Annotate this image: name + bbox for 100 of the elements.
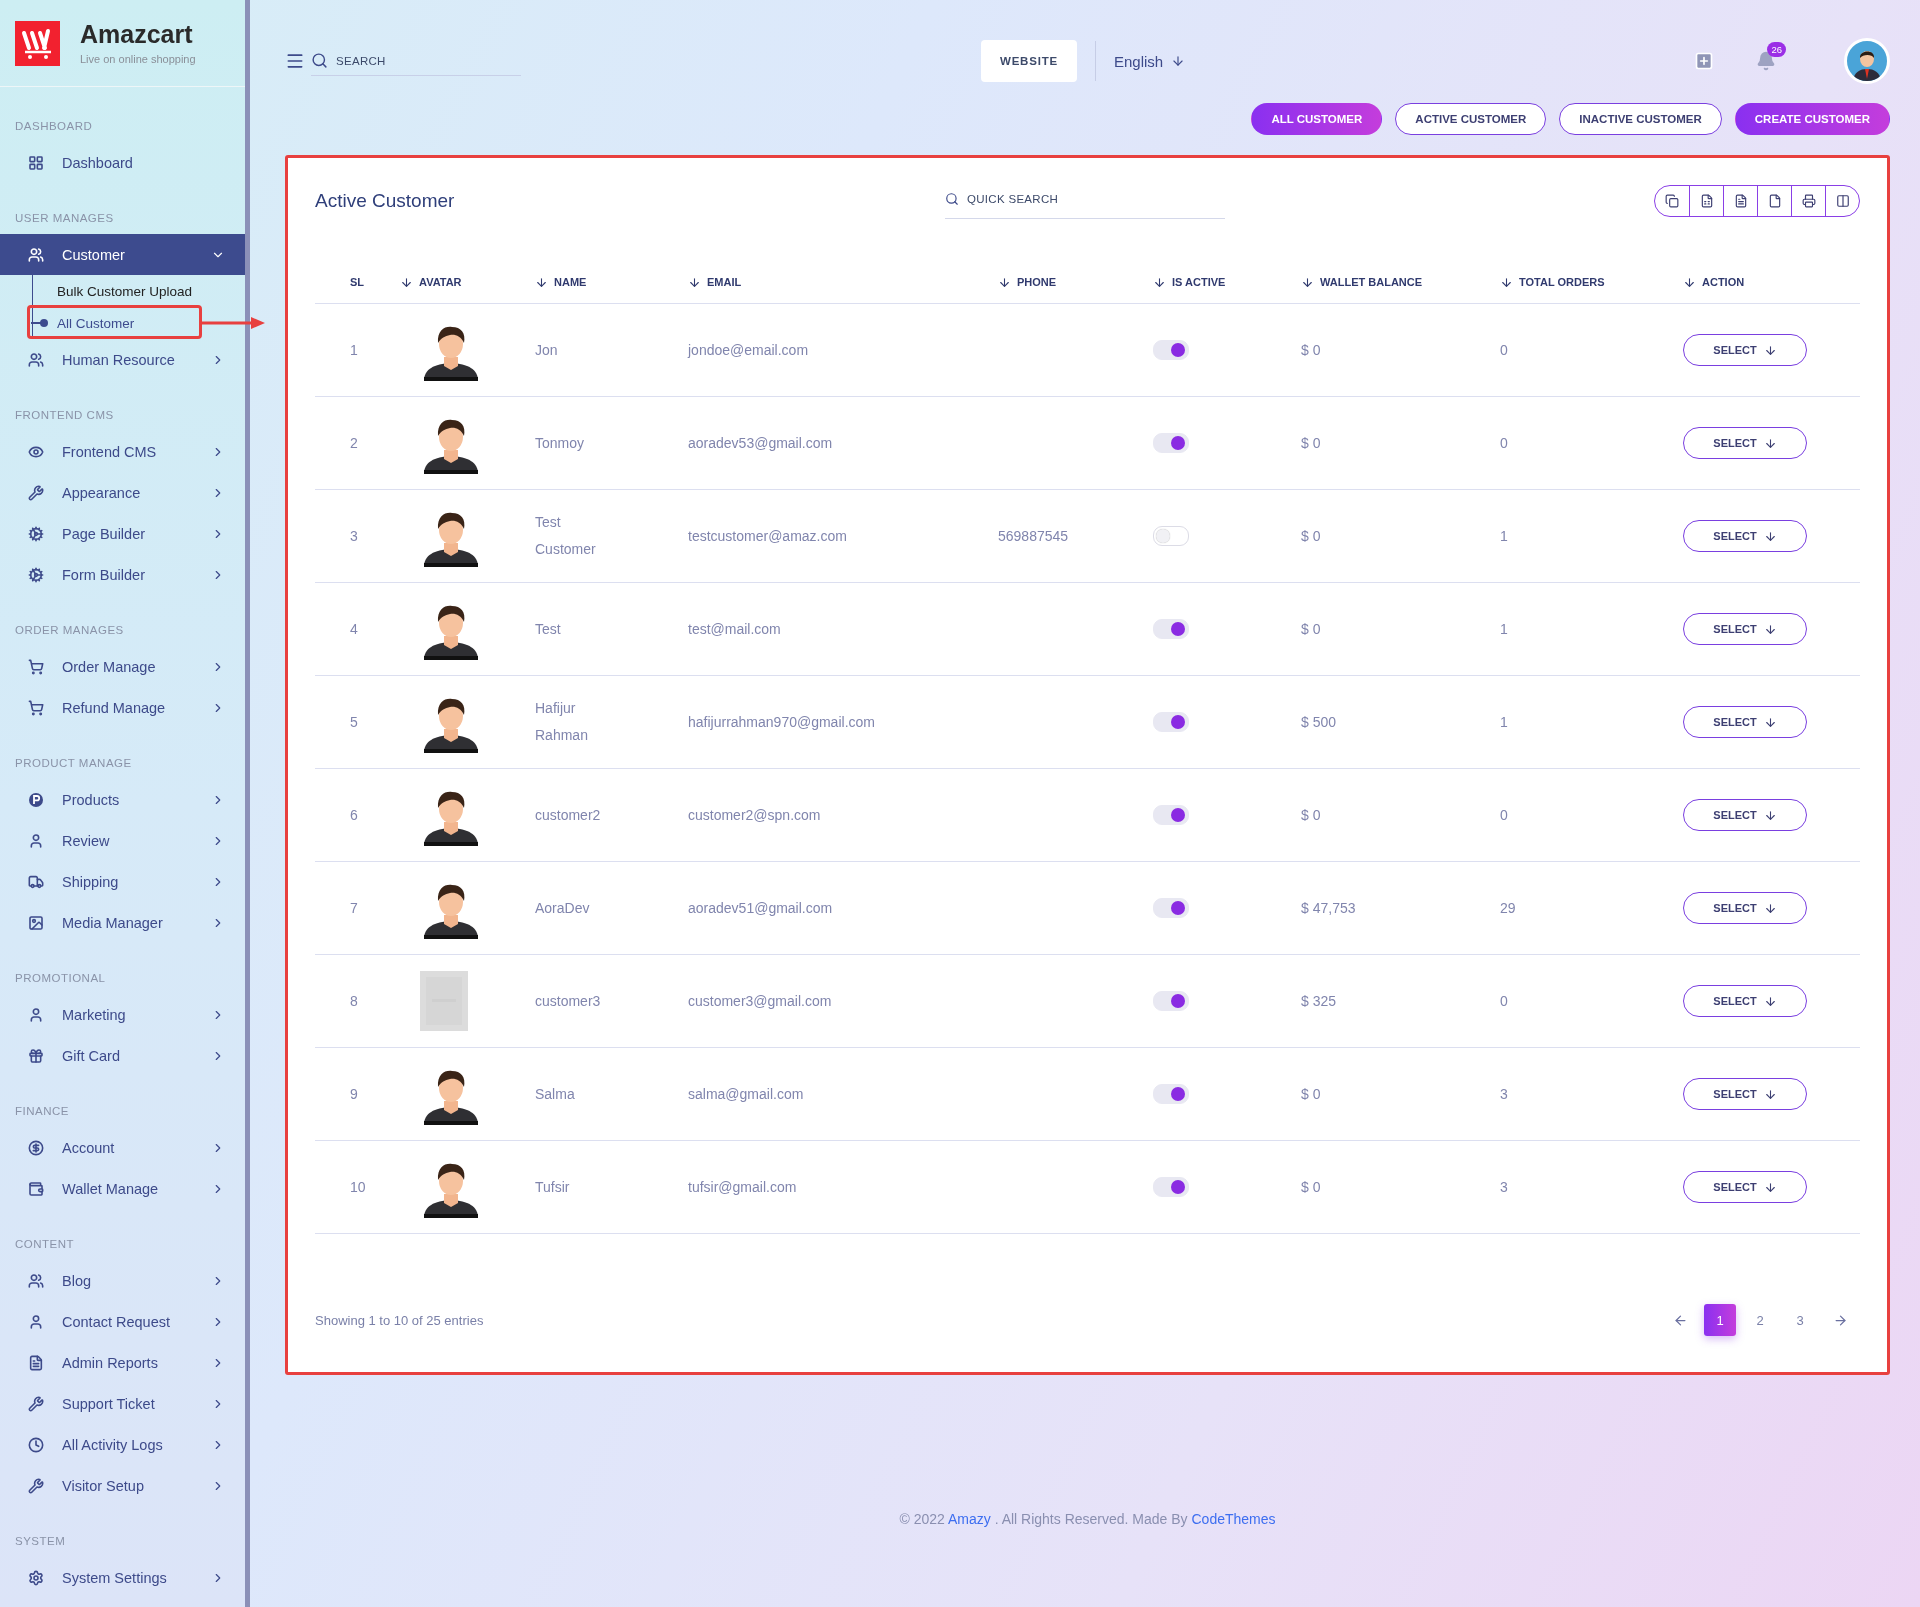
select-button[interactable]: SELECT [1683, 985, 1807, 1017]
active-toggle[interactable] [1153, 340, 1189, 360]
sidebar-item[interactable]: Frontend CMS [0, 431, 245, 472]
active-toggle[interactable] [1153, 712, 1189, 732]
sidebar-item[interactable]: Human Resource [0, 339, 245, 380]
sort-arrow-icon [1153, 275, 1166, 289]
sidebar-item[interactable]: Review [0, 820, 245, 861]
active-toggle[interactable] [1153, 433, 1189, 453]
section-heading: SYSTEM [15, 1534, 66, 1549]
select-button[interactable]: SELECT [1683, 799, 1807, 831]
table-cell: $ 500 [1301, 713, 1337, 730]
sidebar-item[interactable]: Page Builder [0, 513, 245, 554]
select-button[interactable]: SELECT [1683, 613, 1807, 645]
table-cell-text: Jon [535, 340, 559, 360]
submenu-item[interactable]: All Customer [33, 307, 135, 339]
wrench-icon [28, 484, 44, 501]
search-field[interactable]: SEARCH [311, 46, 521, 76]
sidebar-item[interactable]: Order Manage [0, 646, 245, 687]
document-icon [1733, 194, 1748, 208]
sidebar-item[interactable]: System Settings [0, 1557, 245, 1598]
page-button[interactable]: 1 [1704, 1304, 1736, 1336]
column-header[interactable]: EMAIL [688, 275, 998, 289]
section-heading: FINANCE [15, 1104, 69, 1119]
user-avatar[interactable] [1844, 38, 1890, 84]
sidebar-item[interactable]: All Activity Logs [0, 1424, 245, 1465]
select-button[interactable]: SELECT [1683, 1171, 1807, 1203]
column-header[interactable]: AVATAR [400, 275, 535, 289]
select-button[interactable]: SELECT [1683, 520, 1807, 552]
sidebar-item[interactable]: Media Manager [0, 902, 245, 943]
column-header[interactable]: TOTAL ORDERS [1500, 275, 1683, 289]
wrench-icon [28, 1477, 44, 1494]
table-cell: 0 [1500, 992, 1508, 1009]
table-cell: jondoe@email.com [688, 341, 809, 358]
table-cell-text: 6 [349, 805, 359, 825]
active-toggle[interactable] [1153, 526, 1189, 546]
table-cell-text: Hafijur Rahman [535, 699, 589, 745]
filter-tab[interactable]: ALL CUSTOMER [1251, 103, 1383, 135]
table-cell: 0 [1500, 806, 1508, 823]
filter-tab[interactable]: ACTIVE CUSTOMER [1395, 103, 1547, 135]
active-toggle[interactable] [1153, 898, 1189, 918]
sidebar-item[interactable]: Refund Manage [0, 687, 245, 728]
active-toggle[interactable] [1153, 619, 1189, 639]
menu-button[interactable] [285, 51, 305, 71]
filter-tab[interactable]: INACTIVE CUSTOMER [1559, 103, 1722, 135]
active-toggle[interactable] [1153, 1177, 1189, 1197]
notification-button[interactable] [1756, 51, 1776, 71]
sidebar-item[interactable]: Dashboard [0, 142, 245, 183]
column-header[interactable]: IS ACTIVE [1153, 275, 1301, 289]
table-cell: aoradev53@gmail.com [688, 434, 833, 451]
column-header[interactable]: WALLET BALANCE [1301, 275, 1500, 289]
column-header[interactable]: NAME [535, 275, 688, 289]
language-dropdown[interactable]: English [1114, 52, 1186, 70]
sidebar-item[interactable]: Support Ticket [0, 1383, 245, 1424]
select-button[interactable]: SELECT [1683, 334, 1807, 366]
sidebar-item[interactable]: Account [0, 1127, 245, 1168]
sidebar-item[interactable]: Blog [0, 1260, 245, 1301]
select-button[interactable]: SELECT [1683, 706, 1807, 738]
user-icon [28, 1006, 44, 1023]
create-button[interactable]: CREATE CUSTOMER [1734, 103, 1890, 135]
sidebar-item[interactable]: Form Builder [0, 554, 245, 595]
select-button[interactable]: SELECT [1683, 1078, 1807, 1110]
sidebar-item[interactable]: Marketing [0, 994, 245, 1035]
sidebar-item[interactable]: Shipping [0, 861, 245, 902]
select-button[interactable]: SELECT [1683, 427, 1807, 459]
section-heading: CONTENT [15, 1237, 75, 1252]
page-button[interactable]: 2 [1744, 1304, 1776, 1336]
footer-link[interactable]: Amazy [947, 1511, 991, 1527]
spreadsheet-icon [1699, 194, 1714, 208]
image-icon [28, 914, 44, 931]
sidebar-item[interactable]: Appearance [0, 472, 245, 513]
users-icon [28, 351, 44, 368]
footer-link[interactable]: CodeThemes [1191, 1511, 1276, 1527]
sort-arrow-icon [688, 275, 701, 289]
sidebar-item[interactable]: Wallet Manage [0, 1168, 245, 1209]
website-button[interactable]: WEBSITE [981, 40, 1077, 82]
sidebar-item[interactable]: Contact Request [0, 1301, 245, 1342]
sidebar-item[interactable]: Products [0, 779, 245, 820]
column-header[interactable]: PHONE [998, 275, 1153, 289]
sidebar-item[interactable]: Gift Card [0, 1035, 245, 1076]
column-header[interactable]: ACTION [1683, 275, 1860, 289]
select-button[interactable]: SELECT [1683, 892, 1807, 924]
notification-badge: 26 [1767, 42, 1786, 57]
quick-search-field[interactable]: QUICK SEARCH [945, 183, 1225, 219]
active-toggle[interactable] [1153, 1084, 1189, 1104]
submenu-item[interactable]: Bulk Customer Upload [33, 275, 193, 307]
table-cell: test@mail.com [688, 620, 781, 637]
sidebar-item[interactable]: Visitor Setup [0, 1465, 245, 1506]
active-toggle[interactable] [1153, 805, 1189, 825]
add-button[interactable] [1694, 51, 1714, 71]
table-cell: hafijurrahman970@gmail.com [688, 713, 875, 730]
page-button[interactable]: 3 [1784, 1304, 1816, 1336]
active-toggle[interactable] [1153, 991, 1189, 1011]
grid-icon [28, 154, 44, 171]
table-cell: $ 0 [1301, 527, 1321, 544]
sidebar-item[interactable]: Customer [0, 234, 245, 275]
table-cell: 3 [1500, 1085, 1508, 1102]
sidebar-item[interactable]: Admin Reports [0, 1342, 245, 1383]
table-cell-text: Test [535, 619, 562, 639]
copy-icon [1665, 194, 1679, 208]
arrow-down-icon [1763, 1180, 1777, 1194]
